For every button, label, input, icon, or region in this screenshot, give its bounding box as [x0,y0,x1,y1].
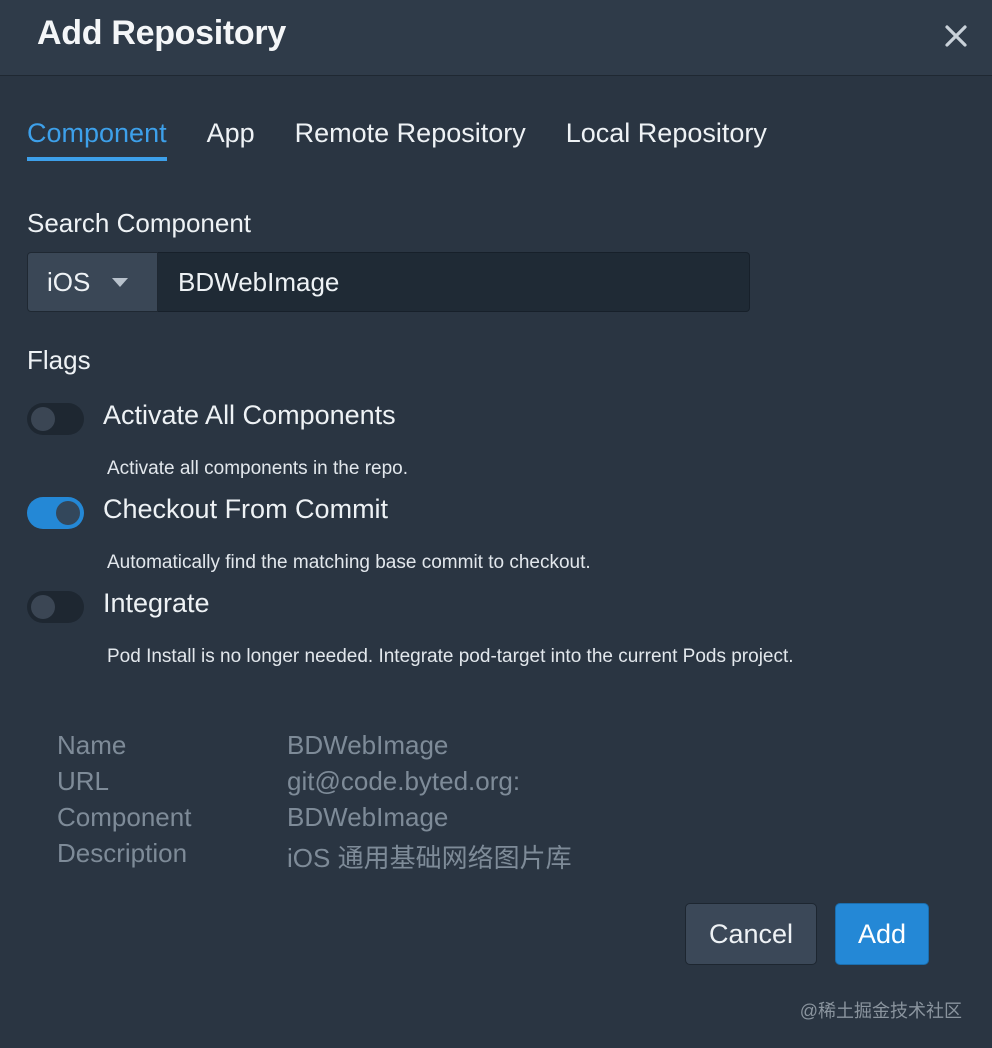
info-key: URL [57,766,110,796]
checkout-from-commit-toggle[interactable] [27,497,84,529]
flag-title: Integrate [103,588,210,618]
tab-component[interactable]: Component [27,118,167,161]
info-key: Description [57,838,188,868]
search-input[interactable] [158,252,750,312]
flag-description: Activate all components in the repo. [107,458,409,479]
info-value: BDWebImage [287,730,449,760]
dialog-titlebar: Add Repository [0,0,992,76]
info-value: BDWebImage [287,802,449,832]
search-row: iOS [27,252,750,312]
search-component-label: Search Component [27,208,252,238]
tab-bar: Component App Remote Repository Local Re… [27,118,807,161]
toggle-knob [31,595,55,619]
flag-title: Activate All Components [103,400,396,430]
flag-description: Automatically find the matching base com… [107,552,591,573]
flags-label: Flags [27,345,91,375]
add-button[interactable]: Add [835,903,929,965]
info-key: Name [57,730,127,760]
dialog-title: Add Repository [37,14,286,52]
tab-local-repository[interactable]: Local Repository [566,118,767,161]
flag-title: Checkout From Commit [103,494,389,524]
tab-remote-repository[interactable]: Remote Repository [295,118,526,161]
toggle-knob [31,407,55,431]
activate-all-toggle[interactable] [27,403,84,435]
cancel-button[interactable]: Cancel [685,903,817,965]
info-value: git@code.byted.org: [287,766,521,796]
watermark: @稀土掘金技术社区 [799,1001,962,1021]
info-key: Component [57,802,192,832]
integrate-toggle[interactable] [27,591,84,623]
tab-app[interactable]: App [207,118,255,161]
chevron-down-icon [112,277,129,287]
close-icon[interactable] [942,22,970,50]
info-value: iOS 通用基础网络图片库 [287,843,572,873]
toggle-knob [56,501,80,525]
flag-description: Pod Install is no longer needed. Integra… [107,646,794,667]
platform-select-value: iOS [47,266,91,297]
platform-select[interactable]: iOS [27,252,158,312]
